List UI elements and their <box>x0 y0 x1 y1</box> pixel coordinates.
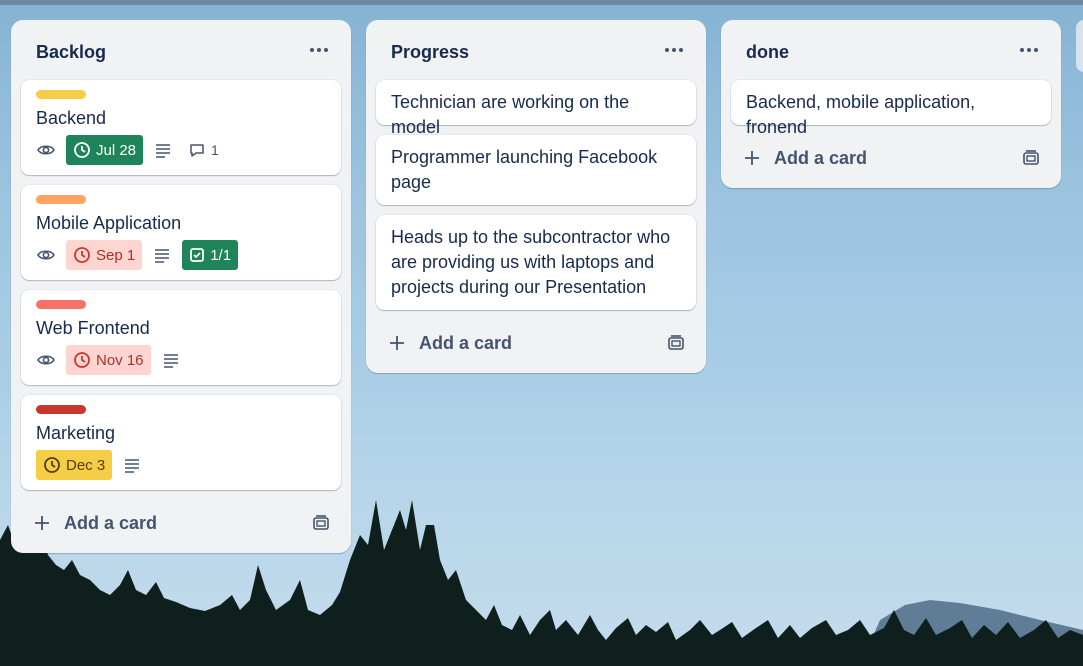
card-backend-mobile-frontend[interactable]: Backend, mobile application, fronend <box>731 80 1051 137</box>
due-date-badge[interactable]: Sep 1 <box>66 240 143 270</box>
card-programmer-facebook[interactable]: Programmer launching Facebook page <box>376 135 696 205</box>
card-badges: Dec 3 <box>36 450 142 480</box>
next-list-edge[interactable] <box>1076 20 1083 72</box>
card-label[interactable] <box>36 405 86 414</box>
list-menu-button[interactable] <box>1017 38 1041 62</box>
card-marketing[interactable]: Marketing Dec 3 <box>21 395 341 490</box>
list-header: Backlog <box>11 20 351 80</box>
add-card-button[interactable]: Add a card <box>376 323 696 363</box>
checklist-text: 1/1 <box>210 246 232 264</box>
description-lines-icon <box>152 245 172 265</box>
card-label[interactable] <box>36 195 86 204</box>
due-date-badge[interactable]: Nov 16 <box>66 345 151 375</box>
clock-icon <box>74 142 90 158</box>
list-title[interactable]: Backlog <box>36 42 106 63</box>
card-template-icon[interactable] <box>1021 148 1041 168</box>
list-header: done <box>721 20 1061 80</box>
card-mobile-application[interactable]: Mobile Application Sep 1 1/1 <box>21 185 341 280</box>
card-label[interactable] <box>36 300 86 309</box>
card-template-icon[interactable] <box>311 513 331 533</box>
card-title: Marketing <box>36 423 116 443</box>
board-top-bar <box>0 0 1083 5</box>
checkbox-icon <box>190 248 205 262</box>
plus-icon <box>390 336 404 350</box>
card-subcontractor-laptops[interactable]: Heads up to the subcontractor who are pr… <box>376 215 696 310</box>
clock-icon <box>74 352 90 368</box>
list-progress: Progress Technician are working on the m… <box>366 20 706 373</box>
plus-icon <box>35 516 49 530</box>
card-title: Mobile Application <box>36 213 182 233</box>
card-template-icon[interactable] <box>666 333 686 353</box>
list-title[interactable]: done <box>746 42 789 63</box>
card-title: Backend, mobile application, fronend <box>746 92 976 137</box>
card-badges: Jul 28 1 <box>36 135 219 165</box>
list-done: done Backend, mobile application, fronen… <box>721 20 1061 188</box>
card-badges: Sep 1 1/1 <box>36 240 239 270</box>
add-card-label: Add a card <box>64 512 158 533</box>
add-card-button[interactable]: Add a card <box>731 138 1051 178</box>
list-backlog: Backlog Backend Jul 28 1 Mobile Applicat… <box>11 20 351 553</box>
card-technician-model[interactable]: Technician are working on the model <box>376 80 696 137</box>
clock-icon <box>44 457 60 473</box>
list-menu-button[interactable] <box>662 38 686 62</box>
due-date-text: Nov 16 <box>96 351 144 369</box>
due-date-text: Jul 28 <box>96 141 137 159</box>
card-web-frontend[interactable]: Web Frontend Nov 16 <box>21 290 341 385</box>
comment-count: 1 <box>211 142 219 158</box>
due-date-badge[interactable]: Jul 28 <box>66 135 144 165</box>
card-title: Heads up to the subcontractor who are pr… <box>391 227 671 297</box>
add-card-label: Add a card <box>419 332 513 353</box>
description-lines-icon <box>153 140 173 160</box>
more-horizontal-icon <box>310 48 314 52</box>
due-date-badge[interactable]: Dec 3 <box>36 450 113 480</box>
checklist-badge[interactable]: 1/1 <box>182 240 239 270</box>
add-card-label: Add a card <box>774 147 868 168</box>
eye-icon <box>36 350 56 370</box>
description-lines-icon <box>161 350 181 370</box>
add-card-button[interactable]: Add a card <box>21 503 341 543</box>
list-header: Progress <box>366 20 706 80</box>
eye-icon <box>36 245 56 265</box>
due-date-text: Sep 1 <box>96 246 136 264</box>
list-menu-button[interactable] <box>307 38 331 62</box>
list-title[interactable]: Progress <box>391 42 469 63</box>
comment-icon <box>187 140 207 160</box>
eye-icon <box>36 140 56 160</box>
due-date-text: Dec 3 <box>66 456 106 474</box>
plus-icon <box>745 151 759 165</box>
card-label[interactable] <box>36 90 86 99</box>
card-title: Backend <box>36 108 107 128</box>
card-backend[interactable]: Backend Jul 28 1 <box>21 80 341 175</box>
clock-icon <box>74 247 90 263</box>
card-title: Programmer launching Facebook page <box>391 147 658 192</box>
card-title: Technician are working on the model <box>391 92 630 137</box>
card-badges: Nov 16 <box>36 345 181 375</box>
card-title: Web Frontend <box>36 318 150 338</box>
more-horizontal-icon <box>1020 48 1024 52</box>
more-horizontal-icon <box>665 48 669 52</box>
description-lines-icon <box>122 455 142 475</box>
